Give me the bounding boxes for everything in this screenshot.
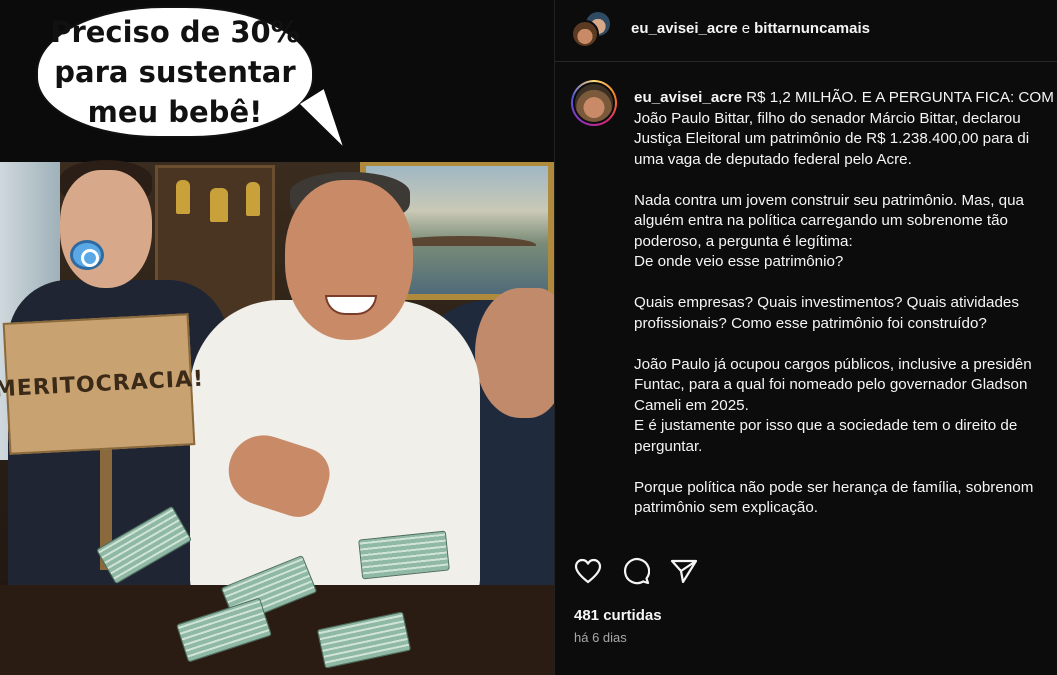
caption-line: poderoso, a pergunta é legítima: <box>634 232 853 250</box>
username-link[interactable]: bittarnuncamais <box>754 20 870 37</box>
post-header: eu_avisei_acre e bittarnuncamais <box>555 0 1057 62</box>
speech-bubble: Preciso de 30% para sustentar meu bebê! <box>36 6 314 138</box>
caption-line: Porque política não pode ser herança de … <box>634 478 1034 496</box>
avatar[interactable] <box>571 80 617 126</box>
collab-avatars[interactable] <box>571 10 613 52</box>
post-timestamp[interactable]: há 6 dias <box>574 630 627 645</box>
caption-line: E é justamente por isso que a sociedade … <box>634 417 1018 434</box>
post-caption: eu_avisei_acre R$ 1,2 MILHÃO. E A PERGUNT… <box>634 88 1057 519</box>
comment-icon[interactable] <box>621 556 651 586</box>
caption-line: De onde veio esse patrimônio? <box>634 253 844 270</box>
likes-count[interactable]: 481 curtidas <box>574 607 662 624</box>
man-left-head <box>60 170 152 288</box>
collab-usernames: eu_avisei_acre e bittarnuncamais <box>631 20 870 37</box>
sign-text: MERITOCRACIA! <box>0 366 205 402</box>
caption-line: patrimônio sem explicação. <box>634 499 819 516</box>
caption-line: alguém entra na política carregando um s… <box>634 212 1009 229</box>
action-bar <box>573 556 699 586</box>
caption-line: Nada contra um jovem construir seu patri… <box>634 191 1024 209</box>
pacifier-icon <box>70 240 104 270</box>
caption-username[interactable]: eu_avisei_acre <box>634 89 742 106</box>
caption-line: João Paulo já ocupou cargos públicos, in… <box>634 355 1032 373</box>
avatar[interactable] <box>571 20 599 48</box>
heart-icon[interactable] <box>573 556 603 586</box>
caption-line: Funtac, para a qual foi nomeado pelo gov… <box>634 376 1028 393</box>
send-icon[interactable] <box>669 556 699 586</box>
post-image[interactable]: MERITOCRACIA! Preciso de 30% para susten… <box>0 0 554 675</box>
speech-line: Preciso de 30% <box>50 15 300 49</box>
protest-sign: MERITOCRACIA! <box>0 313 205 455</box>
caption-line: uma vaga de deputado federal pelo Acre. <box>634 150 912 168</box>
speech-line: para sustentar <box>54 55 296 89</box>
man-center-head <box>285 180 413 340</box>
speech-line: meu bebê! <box>87 95 263 129</box>
username-link[interactable]: eu_avisei_acre <box>631 20 738 37</box>
caption-line: profissionais? Como esse patrimônio foi … <box>634 314 987 332</box>
caption-line: R$ 1,2 MILHÃO. E A PERGUNTA FICA: COM <box>746 89 1054 106</box>
post-panel: eu_avisei_acre e bittarnuncamais eu_avisei… <box>554 0 1057 675</box>
caption-line: Quais empresas? Quais investimentos? Qua… <box>634 294 1019 311</box>
caption-line: João Paulo Bittar, filho do senador Márc… <box>634 109 1021 127</box>
caption-line: perguntar. <box>634 437 703 455</box>
caption-line: Cameli em 2025. <box>634 396 749 414</box>
connector-text: e <box>741 20 751 37</box>
caption-line: Justiça Eleitoral um patrimônio de R$ 1.… <box>634 130 1030 147</box>
